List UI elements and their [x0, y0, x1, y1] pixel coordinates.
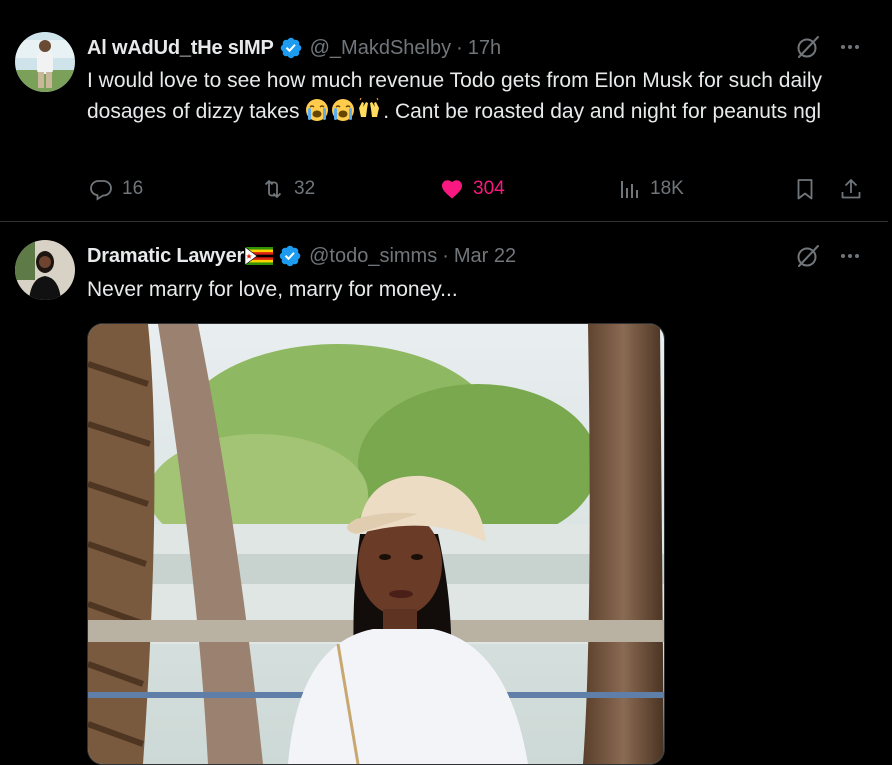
- reply-count: 16: [122, 178, 144, 199]
- more-icon[interactable]: [838, 244, 862, 268]
- tweet[interactable]: Al wAdUd_tHe sIMP @_MakdShelby · 17h I w…: [0, 0, 888, 222]
- tweet-text-part: . Cant be roasted day and night for pean…: [383, 99, 822, 123]
- tweet-actions: 16 32 304 18K: [87, 174, 877, 204]
- timestamp[interactable]: Mar 22: [454, 245, 516, 268]
- grok-icon[interactable]: [795, 34, 821, 60]
- tweet-photo[interactable]: [87, 323, 665, 765]
- bookmark-button[interactable]: [793, 174, 817, 204]
- tweet[interactable]: Dramatic Lawyer @todo_simms · Mar 22 Nev…: [0, 222, 888, 765]
- avatar[interactable]: [15, 240, 75, 300]
- retweet-button[interactable]: 32: [261, 174, 315, 204]
- share-icon: [841, 179, 861, 199]
- timestamp[interactable]: 17h: [468, 37, 501, 60]
- loudly-crying-face-icon: [306, 98, 329, 121]
- tweet-header: Dramatic Lawyer @todo_simms · Mar 22: [87, 243, 858, 269]
- raising-hands-icon: [359, 97, 380, 117]
- zimbabwe-flag-icon: [245, 247, 274, 265]
- tweet-header: Al wAdUd_tHe sIMP @_MakdShelby · 17h: [87, 35, 858, 61]
- separator-dot: ·: [442, 244, 449, 267]
- reply-icon: [90, 180, 112, 201]
- separator-dot: ·: [456, 36, 463, 59]
- tweet-text: Never marry for love, marry for money...: [87, 278, 458, 301]
- photo-image: [88, 324, 664, 764]
- handle[interactable]: @_MakdShelby: [310, 37, 451, 60]
- like-button[interactable]: 304: [440, 174, 505, 204]
- tweet-text: I would love to see how much revenue Tod…: [87, 66, 862, 127]
- reply-button[interactable]: 16: [89, 174, 143, 204]
- retweet-count: 32: [294, 178, 316, 199]
- display-name[interactable]: Al wAdUd_tHe sIMP: [87, 37, 274, 60]
- grok-icon[interactable]: [795, 243, 821, 269]
- loudly-crying-face-icon: [332, 98, 355, 121]
- views-icon: [621, 181, 638, 198]
- display-name[interactable]: Dramatic Lawyer: [87, 245, 244, 268]
- bookmark-icon: [797, 179, 813, 200]
- views-button[interactable]: 18K: [617, 174, 684, 204]
- heart-icon: [442, 180, 462, 199]
- verified-badge-icon[interactable]: [279, 36, 303, 60]
- more-icon[interactable]: [838, 35, 862, 59]
- like-count: 304: [473, 178, 505, 199]
- retweet-icon: [264, 180, 282, 198]
- views-count: 18K: [650, 178, 684, 199]
- handle[interactable]: @todo_simms: [309, 245, 437, 268]
- verified-badge-icon[interactable]: [278, 244, 302, 268]
- avatar[interactable]: [15, 32, 75, 92]
- share-button[interactable]: [839, 174, 863, 204]
